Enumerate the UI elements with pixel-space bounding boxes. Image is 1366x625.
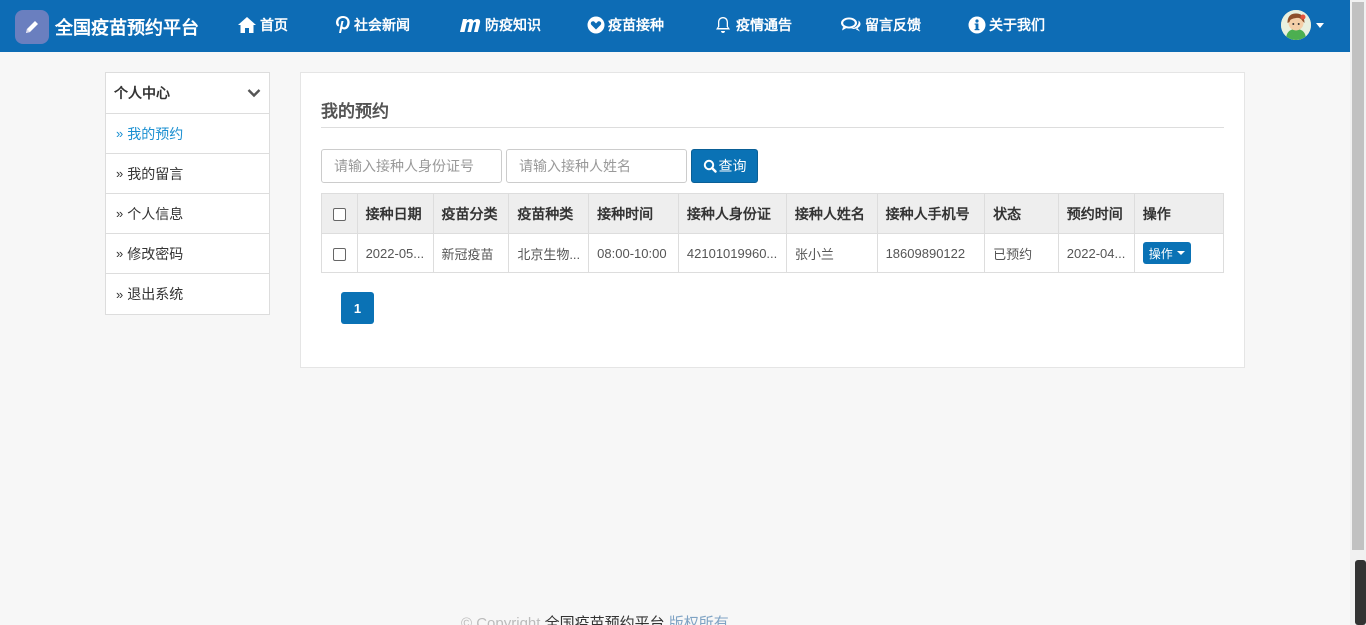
nav-item-vaccination[interactable]: 疫苗接种 [587, 14, 664, 36]
nav-item-news[interactable]: 社会新闻 [335, 14, 410, 36]
column-header: 接种人身份证 [677, 193, 787, 234]
nav-item-notice[interactable]: 疫情通告 [713, 14, 792, 36]
sidebar-item-my-appointments[interactable]: » 我的预约 [106, 114, 269, 154]
user-avatar[interactable] [1281, 10, 1311, 40]
home-icon [238, 17, 256, 33]
sidebar-header[interactable]: 个人中心 [106, 73, 269, 114]
column-header: 预约时间 [1057, 193, 1135, 234]
sidebar-item-change-password[interactable]: » 修改密码 [106, 234, 269, 274]
sidebar-item-label: 我的留言 [127, 165, 184, 182]
column-header: 接种人手机号 [876, 193, 986, 234]
cell-phone: 18609890122 [876, 233, 986, 273]
heart-circle-icon [587, 16, 605, 34]
column-header: 接种人姓名 [785, 193, 878, 234]
column-header: 接种日期 [356, 193, 434, 234]
m-icon [460, 19, 481, 32]
side-widget [1355, 560, 1366, 625]
page-title: 我的预约 [321, 102, 389, 121]
chevron-down-icon [247, 89, 261, 98]
search-button[interactable]: 查询 [691, 149, 758, 183]
sidebar: 个人中心 » 我的预约 » 我的留言 » 个人信息 » 修改密码 » 退出系统 [105, 72, 270, 315]
actions-dropdown-button[interactable]: 操作 [1142, 242, 1191, 264]
cell-type: 北京生物... [508, 233, 590, 273]
sidebar-item-my-messages[interactable]: » 我的留言 [106, 154, 269, 194]
main-panel: 我的预约 查询 接种日期 疫苗分类 疫苗种类 接种时间 接种人身份证 接种人姓名… [300, 72, 1245, 368]
column-header: 疫苗分类 [432, 193, 510, 234]
avatar-dropdown-caret[interactable] [1316, 23, 1324, 28]
nav-item-label: 首页 [260, 17, 288, 33]
footer-rights: 版权所有 [664, 615, 729, 625]
select-all-checkbox[interactable] [332, 208, 346, 222]
top-navbar: 全国疫苗预约平台 首页 社会新闻 防疫知识 疫苗接种 疫情通告 留言反馈 关于我… [0, 0, 1350, 52]
footer: © Copyright 全国疫苗预约平台 版权所有 [461, 612, 729, 625]
double-angle-right-icon: » [116, 166, 124, 181]
double-angle-right-icon: » [116, 246, 124, 261]
bell-icon [716, 17, 730, 33]
cell-category: 新冠疫苗 [432, 233, 510, 273]
double-angle-right-icon: » [116, 286, 124, 302]
sidebar-item-profile[interactable]: » 个人信息 [106, 194, 269, 234]
table-header-row: 接种日期 疫苗分类 疫苗种类 接种时间 接种人身份证 接种人姓名 接种人手机号 … [321, 193, 1225, 234]
nav-item-label: 关于我们 [989, 17, 1045, 33]
cell-id-card: 42101019960... [677, 233, 787, 273]
pencil-icon [15, 10, 49, 44]
sidebar-header-label: 个人中心 [114, 85, 170, 101]
nav-item-label: 留言反馈 [865, 17, 921, 33]
brand-title: 全国疫苗预约平台 [55, 18, 199, 38]
cell-actions: 操作 [1133, 233, 1225, 273]
scrollbar-thumb[interactable] [1352, 2, 1364, 550]
appointments-table: 接种日期 疫苗分类 疫苗种类 接种时间 接种人身份证 接种人姓名 接种人手机号 … [321, 193, 1225, 273]
cell-date: 2022-05... [356, 233, 434, 273]
nav-item-feedback[interactable]: 留言反馈 [840, 14, 921, 36]
nav-item-knowledge[interactable]: 防疫知识 [458, 14, 541, 36]
nav-item-about[interactable]: 关于我们 [968, 14, 1045, 36]
sidebar-item-label: 我的预约 [127, 125, 184, 142]
name-search-input[interactable] [506, 149, 687, 183]
double-angle-right-icon: » [116, 206, 124, 221]
cell-name: 张小兰 [785, 233, 878, 273]
nav-item-label: 防疫知识 [485, 17, 541, 33]
table-row: 2022-05... 新冠疫苗 北京生物... 08:00-10:00 4210… [321, 233, 1225, 273]
info-icon [968, 16, 986, 34]
footer-copyright: © Copyright [461, 615, 545, 625]
cell-booked-at: 2022-04... [1057, 233, 1135, 273]
pinterest-icon [336, 16, 350, 33]
select-all-cell [321, 193, 358, 234]
caret-down-icon [1176, 251, 1185, 255]
sidebar-item-label: 个人信息 [127, 205, 184, 222]
column-header: 操作 [1133, 193, 1225, 234]
search-button-label: 查询 [718, 158, 747, 174]
cell-time: 08:00-10:00 [588, 233, 679, 273]
sidebar-item-label: 退出系统 [127, 286, 184, 302]
nav-item-label: 疫苗接种 [608, 17, 664, 33]
double-angle-right-icon: » [116, 126, 124, 141]
title-divider [321, 127, 1224, 128]
cell-status: 已预约 [984, 233, 1059, 273]
pagination-page-button[interactable]: 1 [341, 292, 374, 324]
brand[interactable]: 全国疫苗预约平台 [15, 10, 199, 44]
id-card-search-input[interactable] [321, 149, 502, 183]
column-header: 疫苗种类 [508, 193, 590, 234]
nav-item-label: 社会新闻 [354, 17, 410, 33]
actions-button-label: 操作 [1148, 246, 1173, 261]
row-select-cell [321, 233, 358, 273]
sidebar-item-label: 修改密码 [127, 245, 184, 262]
footer-site-link[interactable]: 全国疫苗预约平台 [545, 615, 665, 625]
search-icon [703, 159, 717, 173]
column-header: 接种时间 [588, 193, 679, 234]
nav-item-label: 疫情通告 [736, 17, 792, 33]
nav-item-home[interactable]: 首页 [237, 14, 288, 36]
sidebar-item-logout[interactable]: » 退出系统 [106, 274, 269, 314]
column-header: 状态 [984, 193, 1059, 234]
row-checkbox[interactable] [332, 247, 346, 261]
comments-icon [841, 17, 861, 32]
